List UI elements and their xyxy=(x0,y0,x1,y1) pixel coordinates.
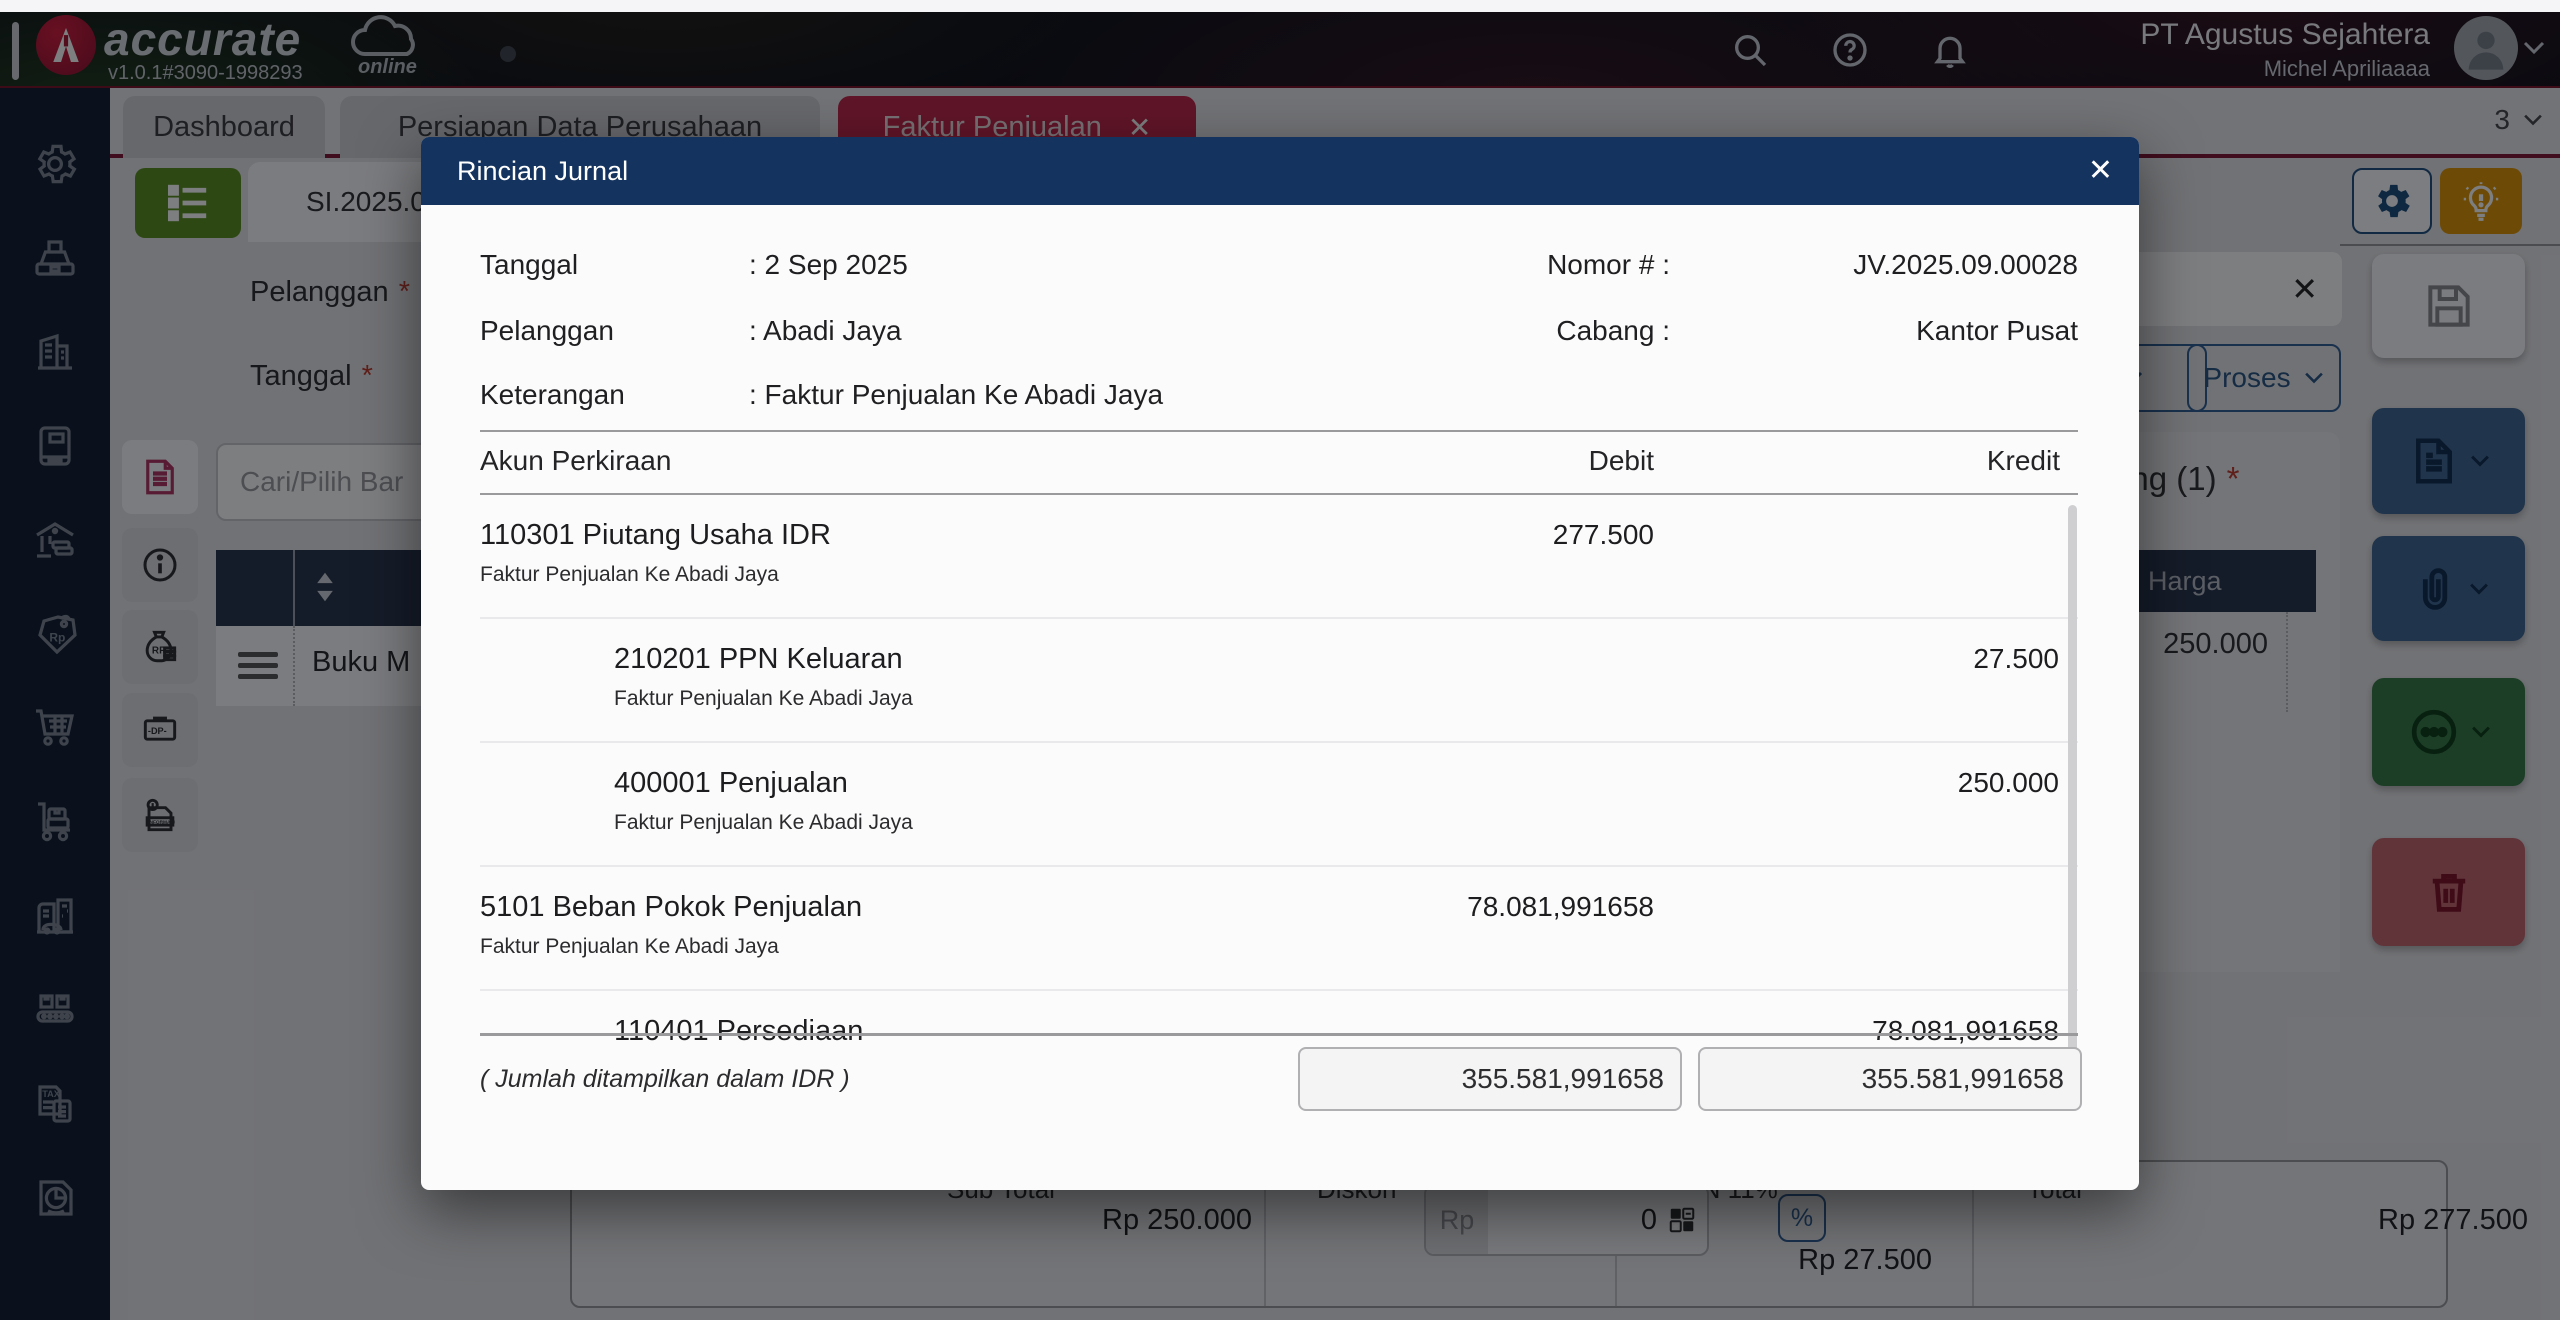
browser-strip xyxy=(0,0,2560,12)
debit-amount: 277.500 xyxy=(1552,519,1654,550)
kredit-amount: 250.000 xyxy=(1957,767,2059,798)
col-debit: Debit xyxy=(1588,445,1654,476)
col-akun-perkiraan: Akun Perkiraan xyxy=(480,445,672,476)
currency-note: ( Jumlah ditampilkan dalam IDR ) xyxy=(480,1065,850,1093)
modal-header: Rincian Jurnal ✕ xyxy=(421,137,2139,205)
row-description: Faktur Penjualan Ke Abadi Jaya xyxy=(614,687,913,710)
account-name: 5101 Beban Pokok Penjualan xyxy=(480,891,863,923)
journal-row: 210201 PPN Keluaran 27.500 Faktur Penjua… xyxy=(480,619,2078,743)
account-name: 210201 PPN Keluaran xyxy=(614,643,903,675)
divider xyxy=(480,430,2078,432)
keterangan-value: : Faktur Penjualan Ke Abadi Jaya xyxy=(749,379,1164,410)
tanggal-label: Tanggal xyxy=(480,249,579,280)
total-debit-box: 355.581,991658 xyxy=(1298,1047,1682,1111)
journal-row: 400001 Penjualan 250.000 Faktur Penjuala… xyxy=(480,743,2078,867)
nomor-link[interactable]: JV.2025.09.00028 xyxy=(1578,249,2078,281)
row-description: Faktur Penjualan Ke Abadi Jaya xyxy=(480,935,779,958)
pelanggan-value: : Abadi Jaya xyxy=(749,315,902,346)
journal-rows: 110301 Piutang Usaha IDR 277.500 Faktur … xyxy=(480,495,2078,1061)
kredit-amount: 78.081,991658 xyxy=(1872,1015,2059,1046)
row-description: Faktur Penjualan Ke Abadi Jaya xyxy=(614,811,913,834)
keterangan-label: Keterangan xyxy=(480,379,625,410)
journal-row: 110301 Piutang Usaha IDR 277.500 Faktur … xyxy=(480,495,2078,619)
total-kredit-box: 355.581,991658 xyxy=(1698,1047,2082,1111)
tanggal-value: : 2 Sep 2025 xyxy=(749,249,908,280)
debit-amount: 78.081,991658 xyxy=(1467,891,1654,922)
screen: accurate v1.0.1#3090-1998293 online PT A… xyxy=(0,0,2560,1320)
rincian-jurnal-modal: Rincian Jurnal ✕ Tanggal : 2 Sep 2025 No… xyxy=(421,137,2139,1190)
account-name: 110301 Piutang Usaha IDR xyxy=(480,519,831,551)
kredit-amount: 27.500 xyxy=(1973,643,2059,674)
account-name: 400001 Penjualan xyxy=(614,767,848,799)
divider xyxy=(480,1033,2078,1036)
account-name: 110401 Persediaan xyxy=(614,1015,864,1047)
col-kredit: Kredit xyxy=(1986,445,2060,476)
modal-close-icon[interactable]: ✕ xyxy=(2088,153,2113,189)
cabang-value: Kantor Pusat xyxy=(1916,315,2078,346)
modal-table-scrollbar[interactable] xyxy=(2068,505,2077,1075)
journal-row: 5101 Beban Pokok Penjualan 78.081,991658… xyxy=(480,867,2078,991)
pelanggan-label: Pelanggan xyxy=(480,315,614,346)
row-description: Faktur Penjualan Ke Abadi Jaya xyxy=(480,563,779,586)
modal-title: Rincian Jurnal xyxy=(457,155,629,186)
